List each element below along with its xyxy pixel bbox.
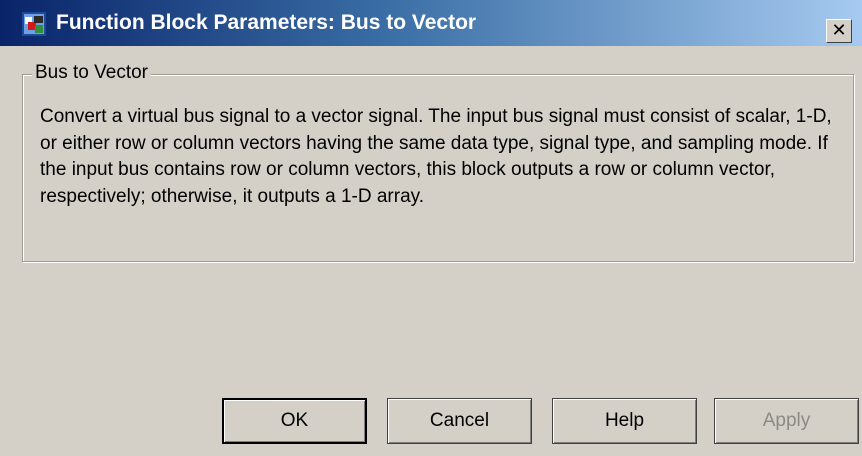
ok-button[interactable]: OK	[222, 398, 367, 444]
help-button[interactable]: Help	[552, 398, 697, 444]
window-title: Function Block Parameters: Bus to Vector	[56, 11, 477, 34]
close-button[interactable]: ✕	[826, 19, 852, 43]
cancel-button[interactable]: Cancel	[387, 398, 532, 444]
group-label: Bus to Vector	[32, 61, 152, 85]
close-icon: ✕	[831, 20, 847, 40]
simulink-block-icon	[22, 12, 46, 36]
function-block-parameters-dialog: Function Block Parameters: Bus to Vector…	[0, 0, 862, 456]
title-bar[interactable]: Function Block Parameters: Bus to Vector…	[0, 0, 862, 46]
block-description: Convert a virtual bus signal to a vector…	[40, 106, 832, 207]
apply-button: Apply	[714, 398, 859, 444]
